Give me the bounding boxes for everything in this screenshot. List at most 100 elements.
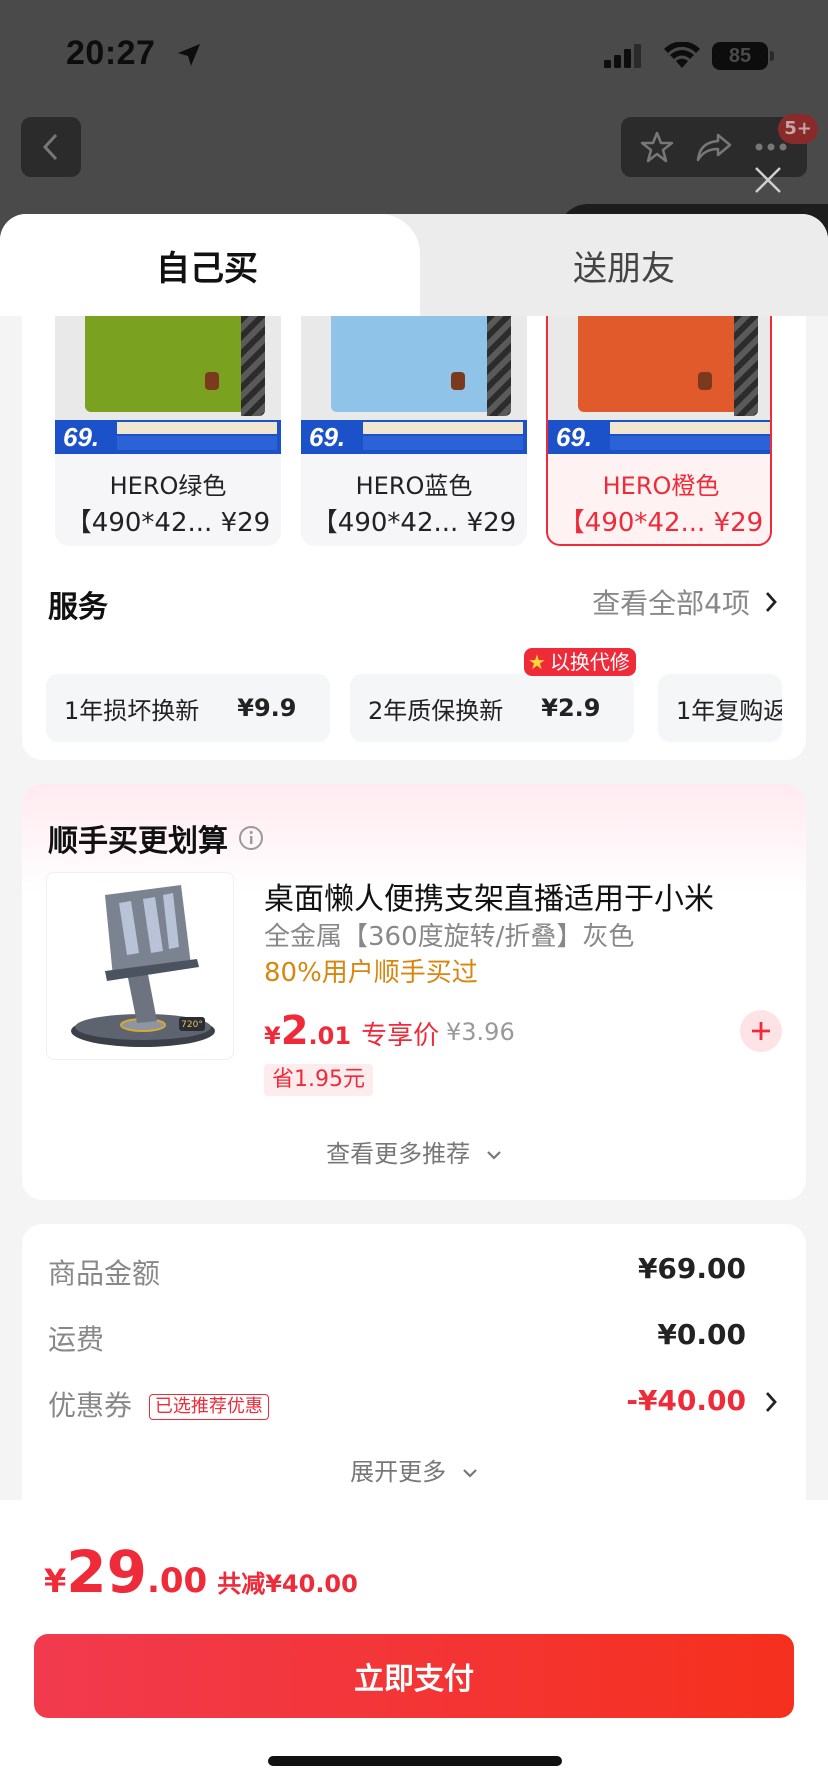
- banner-strip: [363, 436, 523, 450]
- price-currency: ¥: [264, 1022, 281, 1050]
- banner-strip: [117, 436, 277, 450]
- image-label: 720°: [181, 1020, 203, 1030]
- tab-gift[interactable]: 送朋友: [420, 214, 828, 316]
- total-currency: ¥: [44, 1562, 67, 1600]
- addon-product-spec[interactable]: 全金属【360度旋转/折叠】灰色: [264, 916, 634, 953]
- mousepad-edge: [734, 316, 758, 416]
- banner-strip: [117, 422, 277, 434]
- variant-name: HERO蓝色: [355, 472, 473, 500]
- variant-option-blue[interactable]: 69. HERO蓝色 【490*42... ¥29: [301, 316, 527, 546]
- summary-label: 商品金额: [48, 1257, 161, 1290]
- variant-price: ¥29: [466, 508, 517, 538]
- price-decimal: .01: [308, 1022, 352, 1050]
- mousepad-swatch: [85, 316, 245, 412]
- addon-product-name[interactable]: 桌面懒人便携支架直播适用于小米: [264, 874, 714, 918]
- variant-price: ¥29: [220, 508, 271, 538]
- summary-row-shipping: 运费 ¥0.00: [48, 1318, 778, 1358]
- service-badge-label: 以换代修: [549, 650, 630, 674]
- tab-self-label: 自己买: [156, 248, 258, 289]
- service-price: ¥9.9: [237, 694, 297, 722]
- addon-savings-badge: 省1.95元: [264, 1064, 373, 1096]
- summary-expand[interactable]: 展开更多: [22, 1452, 806, 1487]
- banner-strip: [610, 422, 770, 434]
- chevron-right-icon: [765, 1392, 777, 1412]
- service-price: ¥2.9: [541, 694, 601, 722]
- addon-product-image[interactable]: 720°: [46, 872, 234, 1060]
- mascot-logo: [451, 372, 465, 390]
- tab-self[interactable]: 自己买: [0, 214, 420, 316]
- variant-name: HERO绿色: [109, 472, 227, 500]
- addon-more-recommendations[interactable]: 查看更多推荐: [22, 1134, 806, 1169]
- service-option[interactable]: 1年复购返: [658, 674, 782, 742]
- add-addon-button[interactable]: [740, 1010, 782, 1052]
- banner-price: 69.: [63, 422, 100, 452]
- variant-spec-text: 【490*42...: [558, 508, 706, 538]
- addon-title: 顺手买更划算: [48, 816, 264, 860]
- chevron-left-icon: [42, 133, 58, 161]
- addon-title-label: 顺手买更划算: [48, 824, 228, 859]
- variant-image: 69.: [301, 316, 527, 454]
- summary-label: 优惠券: [48, 1389, 133, 1422]
- wifi-icon: [664, 42, 700, 68]
- addon-purchase-rate: 80%用户顺手买过: [264, 958, 478, 988]
- price-label: 专享价: [361, 1021, 440, 1051]
- chevron-down-icon: [463, 1469, 477, 1478]
- close-icon[interactable]: [752, 164, 784, 196]
- notification-badge: 5+: [778, 114, 818, 144]
- service-option[interactable]: 1年损坏换新 ¥9.9: [46, 674, 330, 742]
- services-view-all-label: 查看全部4项: [592, 587, 750, 620]
- variant-price: ¥29: [713, 508, 764, 538]
- share-icon[interactable]: [696, 131, 732, 163]
- chevron-right-icon: [765, 592, 777, 612]
- status-bar: 20:27 85: [0, 34, 828, 78]
- battery-level: 85: [728, 45, 752, 67]
- price-summary-card: 商品金额 ¥69.00 运费 ¥0.00 优惠券 已选推荐优惠 -¥40.00 …: [22, 1224, 806, 1500]
- total-integer: 29: [66, 1538, 147, 1606]
- addon-price: ¥ 2 .01 专享价: [264, 1008, 439, 1054]
- mousepad-swatch: [578, 316, 738, 412]
- more-icon[interactable]: [754, 142, 788, 152]
- summary-row-coupon[interactable]: 优惠券 已选推荐优惠 -¥40.00: [48, 1384, 778, 1424]
- total-decimal: .00: [146, 1561, 208, 1601]
- checkout-sheet: 送朋友 自己买 69. HERO绿色 【490*42... ¥29 69. HE…: [0, 214, 828, 1792]
- back-button[interactable]: [21, 117, 81, 177]
- variant-spec-text: 【490*42...: [65, 508, 213, 538]
- addon-card: 顺手买更划算 720° 桌面懒人便携支架直播适用于小米 全金属【360度旋转/折…: [22, 784, 806, 1200]
- service-badge: ★ 以换代修: [524, 648, 636, 676]
- service-option[interactable]: 2年质保换新 ¥2.9: [350, 674, 634, 742]
- chevron-down-icon: [487, 1151, 501, 1160]
- signal-icon: [604, 44, 641, 68]
- summary-value: -¥40.00: [626, 1384, 746, 1417]
- service-label: 2年质保换新: [368, 696, 504, 725]
- phone-stand-image: 720°: [71, 885, 215, 1047]
- addon-more-label: 查看更多推荐: [326, 1140, 471, 1168]
- info-icon[interactable]: [238, 825, 264, 851]
- mascot-logo: [205, 372, 219, 390]
- star-icon: ★: [528, 650, 546, 674]
- service-label: 1年复购返: [676, 696, 782, 725]
- summary-row-goods: 商品金额 ¥69.00: [48, 1252, 778, 1292]
- variant-spec-text: 【490*42...: [311, 508, 459, 538]
- variant-option-orange[interactable]: 69. HERO橙色 【490*42... ¥29: [546, 316, 772, 546]
- variant-option-green[interactable]: 69. HERO绿色 【490*42... ¥29: [55, 316, 281, 546]
- battery-tip: [770, 51, 774, 61]
- variant-spec: 【490*42... ¥29: [548, 502, 770, 539]
- mousepad-edge: [241, 316, 265, 416]
- total-price: ¥ 29 .00 共减¥40.00: [44, 1538, 358, 1606]
- home-indicator[interactable]: [268, 1756, 562, 1766]
- status-time: 20:27: [66, 34, 156, 72]
- service-label: 1年损坏换新: [64, 696, 200, 725]
- variant-spec: 【490*42... ¥29: [301, 502, 527, 539]
- star-icon[interactable]: [640, 130, 674, 164]
- pay-now-button[interactable]: 立即支付: [34, 1634, 794, 1718]
- variant-card: 69. HERO绿色 【490*42... ¥29 69. HERO蓝色 【49…: [22, 316, 806, 760]
- variant-image: 69.: [548, 316, 770, 454]
- summary-label: 运费: [48, 1323, 105, 1356]
- plus-icon: [752, 1022, 770, 1040]
- variant-spec: 【490*42... ¥29: [55, 502, 281, 539]
- banner-strip: [363, 422, 523, 434]
- banner-strip: [610, 436, 770, 450]
- services-view-all[interactable]: 查看全部4项: [592, 582, 778, 622]
- price-integer: 2: [280, 1008, 309, 1054]
- services-title: 服务: [48, 590, 108, 625]
